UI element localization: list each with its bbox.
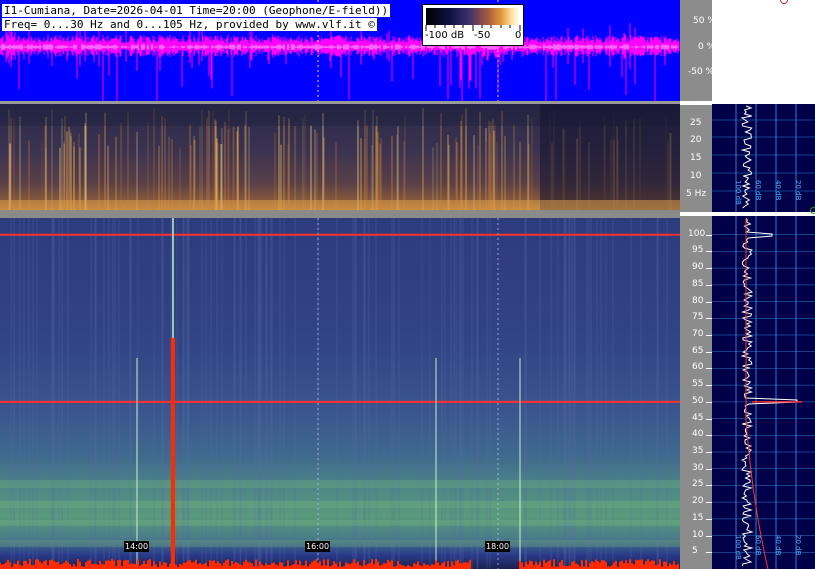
colorbar-max-label: 0 xyxy=(515,30,522,41)
low-tick-15: 15 xyxy=(690,153,702,163)
wave-tick-minus50: -50 % xyxy=(688,67,715,77)
low-frequency-noise xyxy=(0,559,679,569)
profile-trace-lower xyxy=(740,217,798,567)
upper-scale-100db: 100 dB xyxy=(734,180,742,205)
vlf-spectrogram-display: I1-Cumiana, Date=2026-04-01 Time=20:00 (… xyxy=(0,0,815,569)
high-tick-40: 40 xyxy=(692,429,704,440)
frequency-range-caption: Freq= 0...30 Hz and 0...105 Hz, provided… xyxy=(2,18,377,31)
high-tick-10: 10 xyxy=(692,529,704,540)
high-tick-20: 20 xyxy=(692,496,704,507)
high-tick-75: 75 xyxy=(692,312,704,323)
high-tick-25: 25 xyxy=(692,479,704,490)
lower-scale-40db: 40 dB xyxy=(774,535,782,556)
high-tick-30: 30 xyxy=(692,462,704,473)
high-tick-70: 70 xyxy=(692,329,704,339)
vertical-event-red xyxy=(171,338,175,569)
separator-bar-middle xyxy=(0,210,680,218)
low-band-floor xyxy=(0,200,680,210)
harmonic-band-2 xyxy=(0,520,680,526)
profile-trace-upper xyxy=(740,105,753,209)
spectrum-profile-plot xyxy=(712,104,815,569)
spectrum-profile-panel xyxy=(712,0,815,569)
high-tick-5: 5 xyxy=(692,546,698,557)
high-tick-90: 90 xyxy=(692,262,704,273)
station-title: I1-Cumiana, Date=2026-04-01 Time=20:00 (… xyxy=(2,4,391,17)
low-band-streaks xyxy=(0,104,680,210)
high-tick-15: 15 xyxy=(692,512,704,523)
upper-scale-40db: 40 dB xyxy=(774,180,782,201)
high-tick-80: 80 xyxy=(692,295,704,306)
axis-column-gap xyxy=(680,101,712,105)
high-tick-65: 65 xyxy=(692,345,704,356)
lower-scale-60db: 60 dB xyxy=(754,535,762,556)
harmonic-band-3 xyxy=(0,540,680,547)
colorbar-mid-label: -50 xyxy=(474,30,491,41)
low-band-right-shade xyxy=(540,104,680,210)
low-tick-10: 10 xyxy=(690,171,702,181)
high-tick-100: 100 xyxy=(688,228,706,239)
time-marker-14: 14:00 xyxy=(124,541,150,552)
upper-scale-20db: 20 dB xyxy=(794,180,802,201)
colorbar-min-label: -100 dB xyxy=(425,30,465,41)
high-tick-45: 45 xyxy=(692,412,704,423)
low-tick-20: 20 xyxy=(690,135,702,145)
harmonic-band-1 xyxy=(0,501,680,508)
high-tick-95: 95 xyxy=(692,245,704,256)
high-tick-60: 60 xyxy=(692,362,704,373)
time-marker-16: 16:00 xyxy=(305,541,331,552)
low-tick-5: 5 Hz xyxy=(686,189,707,199)
high-band-spectrogram xyxy=(0,218,680,569)
harmonic-band-0 xyxy=(0,480,680,488)
high-band-features xyxy=(0,218,680,569)
time-marker-18: 18:00 xyxy=(485,541,511,552)
upper-scale-60db: 60 dB xyxy=(754,180,762,201)
colorbar-gradient xyxy=(426,8,520,25)
lower-scale-20db: 20 dB xyxy=(794,535,802,556)
high-tick-35: 35 xyxy=(692,446,704,456)
low-tick-25: 25 xyxy=(690,118,702,128)
high-tick-85: 85 xyxy=(692,278,704,289)
gap-dot xyxy=(810,207,815,214)
lower-scale-100db: 100 dB xyxy=(734,535,742,560)
axis-column-gap-lower xyxy=(680,212,712,216)
high-tick-55: 55 xyxy=(692,379,704,390)
high-tick-50: 50 xyxy=(692,395,704,406)
low-band-spectrogram xyxy=(0,104,680,210)
high-band-texture xyxy=(10,218,668,569)
